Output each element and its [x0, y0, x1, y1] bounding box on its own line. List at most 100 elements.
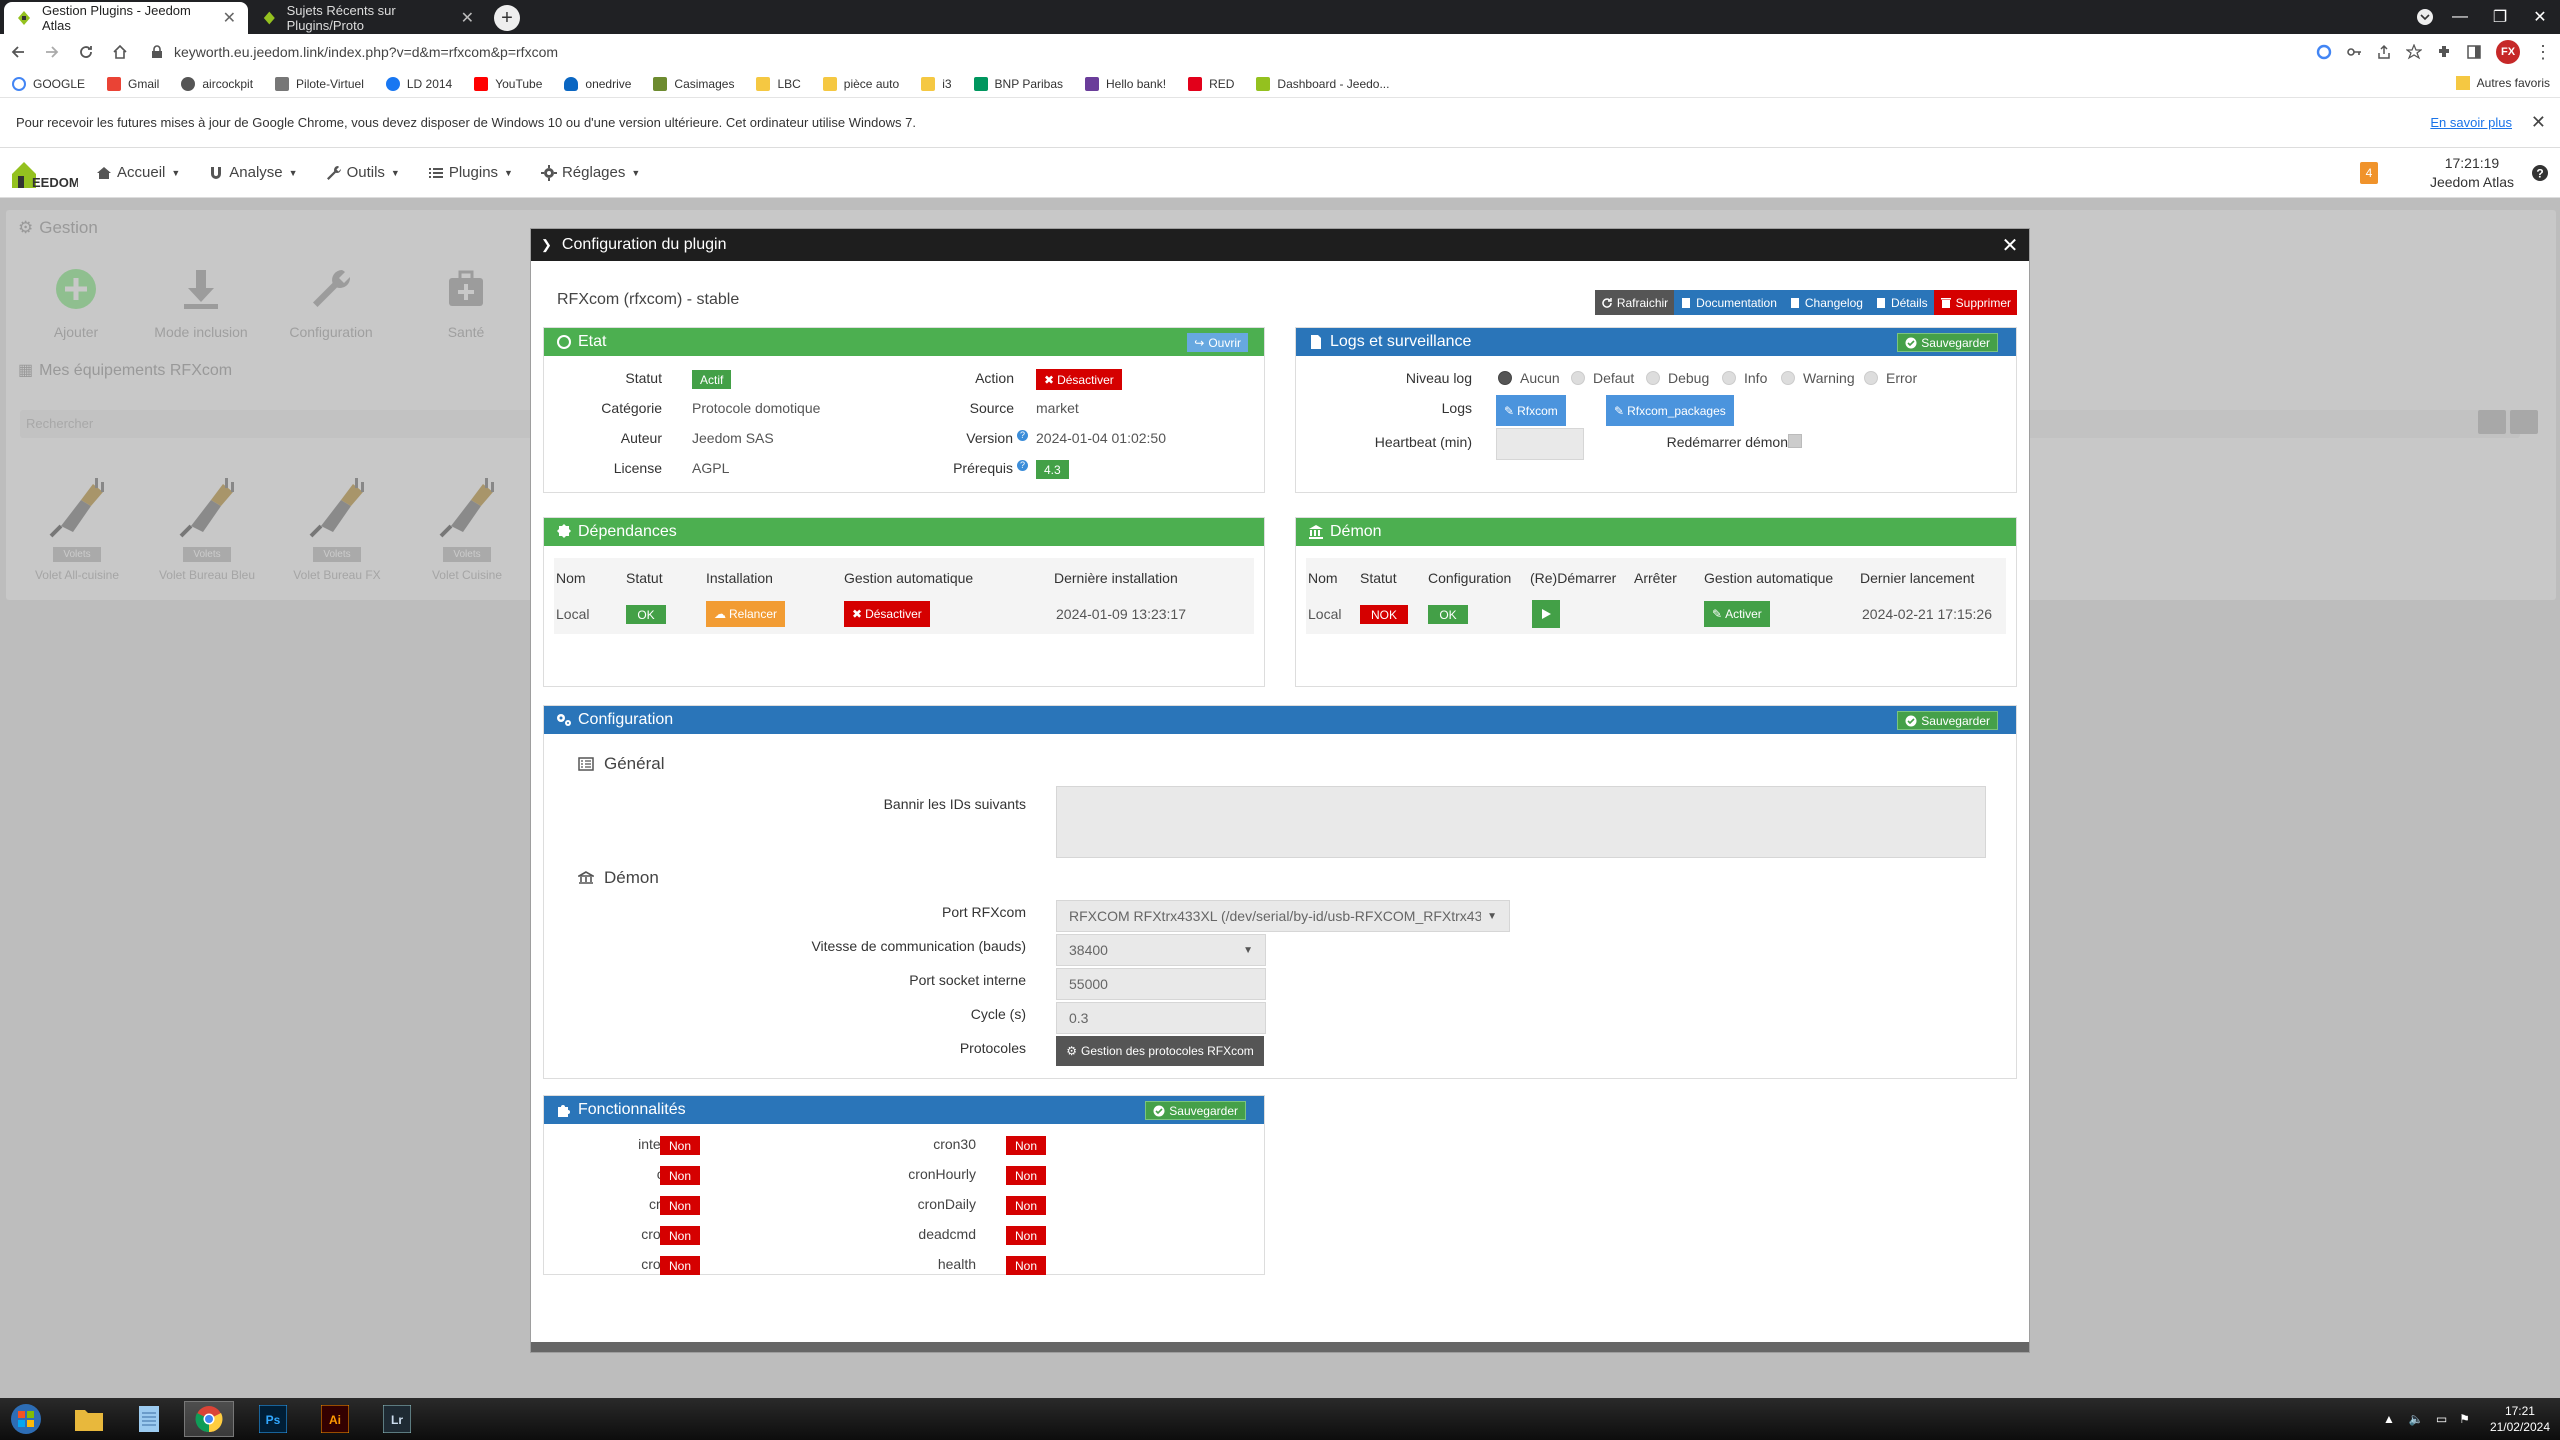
heartbeat-input[interactable]	[1496, 428, 1584, 460]
bookmark-item[interactable]: GOOGLE	[12, 76, 85, 91]
log-rfxcom-button[interactable]: ✎ Rfxcom	[1496, 395, 1566, 426]
start-button[interactable]	[6, 1401, 46, 1437]
menu-outils[interactable]: Outils ▼	[326, 164, 400, 181]
bookmark-item[interactable]: LBC	[756, 76, 801, 91]
bookmark-item[interactable]: aircockpit	[181, 76, 253, 91]
tab-gestion-plugins[interactable]: Gestion Plugins - Jeedom Atlas ✕	[4, 2, 248, 34]
bookmark-item[interactable]: RED	[1188, 76, 1234, 91]
log-rfxcom-packages-button[interactable]: ✎ Rfxcom_packages	[1606, 395, 1734, 426]
profile-avatar[interactable]: FX	[2496, 40, 2520, 64]
port-rfxcom-select[interactable]: RFXCOM RFXtrx433XL (/dev/serial/by-id/us…	[1056, 900, 1510, 932]
taskbar-clock[interactable]: 17:21 21/02/2024	[2490, 1403, 2550, 1435]
bookmark-item[interactable]: onedrive	[564, 76, 631, 91]
cycle-input[interactable]: 0.3	[1056, 1002, 1266, 1034]
demon-start-button[interactable]	[1532, 600, 1560, 628]
reload-icon[interactable]	[70, 36, 102, 68]
protocoles-button[interactable]: ⚙ Gestion des protocoles RFXcom	[1056, 1036, 1264, 1066]
bookmark-item[interactable]: YouTube	[474, 76, 542, 91]
refresh-button[interactable]: Rafraichir	[1594, 290, 1675, 315]
delete-button[interactable]: Supprimer	[1933, 290, 2017, 315]
tab-search-icon[interactable]	[2410, 0, 2440, 34]
details-button[interactable]: Détails	[1868, 290, 1934, 315]
open-button[interactable]: ↪ Ouvrir	[1187, 333, 1248, 352]
lightroom-taskbar-button[interactable]: Lr	[372, 1401, 422, 1437]
restart-daemon-checkbox[interactable]	[1788, 434, 1802, 448]
menu-reglages[interactable]: Réglages ▼	[540, 164, 640, 181]
google-icon[interactable]	[2316, 44, 2332, 60]
sidebar-icon[interactable]	[2466, 44, 2482, 60]
collapse-icon	[2510, 410, 2538, 434]
radio-defaut[interactable]: Defaut	[1571, 370, 1634, 386]
network-icon[interactable]: ▭	[2436, 1412, 2447, 1426]
photoshop-icon: Ps	[259, 1405, 287, 1433]
new-tab-button[interactable]: +	[494, 5, 520, 31]
demon-activer-button[interactable]: ✎ Activer	[1704, 601, 1770, 627]
close-window-icon[interactable]: ✕	[2520, 0, 2560, 34]
explorer-taskbar-button[interactable]	[64, 1401, 114, 1437]
share-icon[interactable]	[2376, 44, 2392, 60]
vitesse-label: Vitesse de communication (bauds)	[811, 938, 1026, 954]
bookmark-item[interactable]: i3	[921, 76, 952, 91]
protocoles-label: Protocoles	[959, 1040, 1026, 1056]
folder-icon	[75, 1410, 103, 1431]
bookmark-item[interactable]: Gmail	[107, 76, 159, 91]
modal-close-icon[interactable]: ✕	[1999, 234, 2021, 257]
menu-plugins[interactable]: Plugins ▼	[428, 164, 513, 181]
bookmark-item[interactable]: Pilote-Virtuel	[275, 76, 364, 91]
tab-sujets-recents[interactable]: Sujets Récents sur Plugins/Proto ✕	[250, 2, 486, 34]
back-icon[interactable]	[2, 36, 34, 68]
bookmark-item[interactable]: LD 2014	[385, 76, 452, 91]
radio-aucun[interactable]: Aucun	[1498, 370, 1560, 386]
help-icon[interactable]: ?	[1017, 460, 1028, 471]
documentation-button[interactable]: Documentation	[1674, 290, 1783, 315]
flag-icon[interactable]: ⚑	[2459, 1412, 2470, 1426]
changelog-button[interactable]: Changelog	[1782, 290, 1869, 315]
logs-save-button[interactable]: Sauvegarder	[1897, 333, 1998, 352]
bookmark-item[interactable]: Hello bank!	[1085, 76, 1166, 91]
url-field[interactable]: keyworth.eu.jeedom.link/index.php?v=d&m=…	[150, 38, 2270, 66]
radio-warning[interactable]: Warning	[1781, 370, 1855, 386]
radio-info[interactable]: Info	[1722, 370, 1767, 386]
learn-more-link[interactable]: En savoir plus	[2430, 115, 2512, 130]
bookmark-item[interactable]: BNP Paribas	[973, 76, 1063, 91]
help-icon[interactable]: ?	[2530, 163, 2550, 183]
maximize-icon[interactable]: ❐	[2480, 0, 2520, 34]
menu-accueil[interactable]: Accueil ▼	[96, 164, 180, 181]
desactiver-plugin-button[interactable]: ✖ Désactiver	[1036, 369, 1122, 390]
browser-menu-icon[interactable]: ⋮	[2534, 42, 2552, 63]
infobar-close-icon[interactable]: ✕	[2531, 112, 2546, 133]
illustrator-taskbar-button[interactable]: Ai	[310, 1401, 360, 1437]
volume-icon[interactable]: 🔈	[2409, 1412, 2424, 1426]
minimize-icon[interactable]: —	[2440, 0, 2480, 34]
config-save-button[interactable]: Sauvegarder	[1897, 711, 1998, 730]
relancer-button[interactable]: ☁ Relancer	[706, 601, 786, 627]
dep-desactiver-button[interactable]: ✖ Désactiver	[844, 601, 930, 627]
bookmark-item[interactable]: Dashboard - Jeedo...	[1256, 76, 1389, 91]
notepad-taskbar-button[interactable]	[124, 1401, 174, 1437]
jeedom-logo[interactable]: EEDOM	[8, 154, 78, 192]
vitesse-select[interactable]: 38400 ▼	[1056, 934, 1266, 966]
radio-error[interactable]: Error	[1864, 370, 1917, 386]
tray-arrow-icon[interactable]: ▲	[2383, 1412, 2395, 1426]
notification-badge[interactable]: 4	[2359, 162, 2378, 184]
forward-icon[interactable]	[36, 36, 68, 68]
panel-title: Logs et surveillance	[1330, 333, 1472, 350]
fonct-save-button[interactable]: Sauvegarder	[1145, 1101, 1246, 1120]
radio-debug[interactable]: Debug	[1646, 370, 1709, 386]
key-icon[interactable]	[2346, 44, 2362, 60]
bookmark-item[interactable]: Casimages	[653, 76, 734, 91]
socket-input[interactable]: 55000	[1056, 968, 1266, 1000]
menu-analyse[interactable]: Analyse ▼	[208, 164, 298, 181]
home-icon[interactable]	[104, 36, 136, 68]
bookmark-item[interactable]: pièce auto	[822, 76, 899, 91]
bannir-textarea[interactable]	[1056, 786, 1986, 858]
chrome-taskbar-button[interactable]	[184, 1401, 234, 1437]
photoshop-taskbar-button[interactable]: Ps	[248, 1401, 298, 1437]
tab-close-icon[interactable]: ✕	[461, 8, 474, 28]
other-bookmarks[interactable]: Autres favoris	[2455, 76, 2550, 90]
gears-icon: ⚙	[1066, 1044, 1077, 1058]
help-icon[interactable]: ?	[1017, 430, 1028, 441]
extensions-icon[interactable]	[2436, 44, 2452, 60]
star-icon[interactable]	[2406, 44, 2422, 60]
tab-close-icon[interactable]: ✕	[223, 8, 236, 28]
